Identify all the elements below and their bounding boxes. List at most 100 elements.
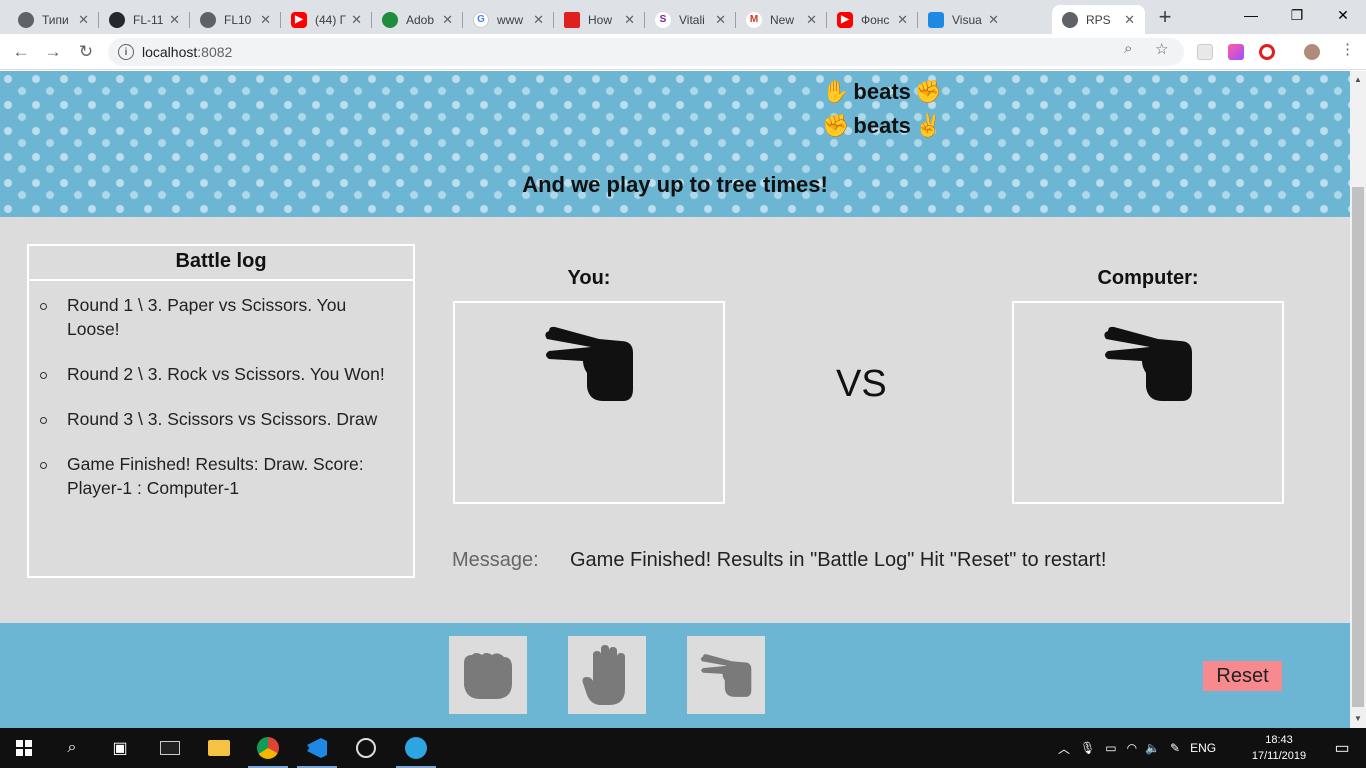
- notifications-icon[interactable]: ▭: [1318, 728, 1366, 768]
- tab-favicon-icon: ▶: [837, 11, 853, 28]
- extension-icon[interactable]: [1228, 44, 1244, 60]
- battle-log-list: Round 1 \ 3. Paper vs Scissors. You Loos…: [29, 281, 413, 500]
- scissors-button[interactable]: [687, 636, 765, 714]
- pen-icon[interactable]: ✎: [1170, 741, 1180, 755]
- browser-tab[interactable]: M New ✕: [736, 5, 827, 34]
- battery-icon[interactable]: ▭: [1105, 741, 1116, 755]
- rule-word: beats: [853, 79, 911, 104]
- rock-button[interactable]: [449, 636, 527, 714]
- tab-title: New: [770, 12, 795, 27]
- close-icon[interactable]: ✕: [169, 12, 180, 28]
- tab-favicon-icon: [928, 11, 944, 28]
- tab-title: Visua: [952, 12, 982, 27]
- rock-icon: ✊: [822, 113, 850, 138]
- scroll-up-icon[interactable]: ▲: [1354, 75, 1362, 84]
- browser-tab[interactable]: Visua ✕: [918, 5, 1009, 34]
- rock-icon: [464, 653, 512, 699]
- forward-button[interactable]: →: [41, 40, 65, 64]
- browser-tab[interactable]: FL-11 ✕: [99, 5, 190, 34]
- new-tab-button[interactable]: +: [1153, 4, 1177, 30]
- banner-heading: And we play up to tree times!: [522, 172, 828, 197]
- close-icon[interactable]: ✕: [351, 12, 362, 28]
- clock-date: 17/11/2019: [1251, 750, 1307, 762]
- tab-favicon-icon: M: [746, 11, 762, 28]
- reload-button[interactable]: ↻: [74, 40, 98, 64]
- computer-hand-box: [1012, 301, 1284, 504]
- volume-icon[interactable]: 🔈: [1145, 741, 1160, 755]
- tab-favicon-icon: [382, 11, 398, 28]
- browser-tab[interactable]: ▶ Фонс ✕: [827, 5, 918, 34]
- chevron-up-icon[interactable]: ︿: [1058, 740, 1070, 757]
- terminal-icon[interactable]: [146, 728, 194, 768]
- close-icon[interactable]: ✕: [624, 12, 635, 28]
- search-icon[interactable]: ⌕: [48, 728, 96, 768]
- close-icon[interactable]: ✕: [715, 12, 726, 28]
- tab-title: www: [497, 12, 523, 27]
- player-hand-box: [453, 301, 725, 504]
- vscode-icon[interactable]: [293, 728, 341, 768]
- start-button[interactable]: [0, 728, 48, 768]
- tab-favicon-icon: ▶: [291, 11, 307, 28]
- menu-icon[interactable]: ⋮: [1340, 40, 1355, 58]
- message-label: Message:: [452, 549, 539, 571]
- scrollbar-thumb[interactable]: [1352, 187, 1364, 707]
- address-bar[interactable]: i localhost:8082: [108, 38, 1184, 66]
- task-view-icon[interactable]: ▣: [96, 728, 144, 768]
- battle-log-panel: Battle log Round 1 \ 3. Paper vs Scissor…: [27, 244, 415, 578]
- list-item: Round 1 \ 3. Paper vs Scissors. You Loos…: [40, 293, 393, 341]
- chrome-icon[interactable]: [244, 728, 292, 768]
- tab-title: FL-11: [133, 12, 164, 27]
- scissors-icon: [1104, 326, 1192, 401]
- close-icon[interactable]: ✕: [1124, 12, 1135, 28]
- extension-icon[interactable]: [1197, 44, 1213, 60]
- telegram-icon[interactable]: [392, 728, 440, 768]
- opera-vpn-icon[interactable]: [1259, 44, 1275, 60]
- header-banner: ✋ beats ✊ ✊ beats ✌ And we play up to tr…: [0, 71, 1350, 217]
- tab-favicon-icon: [564, 11, 580, 28]
- info-icon[interactable]: i: [118, 44, 134, 60]
- reset-button[interactable]: Reset: [1203, 661, 1282, 691]
- tab-title: Фонс: [861, 12, 890, 27]
- close-window-button[interactable]: ✕: [1320, 0, 1366, 30]
- browser-tab[interactable]: ▶ (44) Г ✕: [281, 5, 372, 34]
- scroll-down-icon[interactable]: ▼: [1354, 714, 1362, 723]
- browser-tab[interactable]: Adob ✕: [372, 5, 463, 34]
- list-item: Game Finished! Results: Draw. Score: Pla…: [40, 452, 393, 500]
- language-indicator[interactable]: ENG: [1190, 741, 1216, 755]
- windows-logo-icon: [16, 740, 32, 756]
- close-icon[interactable]: ✕: [806, 12, 817, 28]
- rule-word: beats: [853, 113, 911, 138]
- computer-label: Computer:: [1097, 267, 1199, 289]
- close-icon[interactable]: ✕: [442, 12, 453, 28]
- profile-avatar[interactable]: [1304, 44, 1320, 60]
- clock-time: 18:43: [1265, 734, 1293, 746]
- browser-tab-strip: Типи ✕ FL-11 ✕ FL10 ✕ ▶ (44) Г ✕ Adob ✕ Gwww ✕ …: [0, 0, 1366, 34]
- microphone-icon[interactable]: 🎙: [1080, 741, 1095, 755]
- page-scrollbar[interactable]: ▲ ▼: [1350, 71, 1366, 728]
- back-button[interactable]: ←: [9, 40, 33, 64]
- obs-icon[interactable]: [342, 728, 390, 768]
- tab-title: (44) Г: [315, 12, 347, 27]
- file-explorer-icon[interactable]: [195, 728, 243, 768]
- zoom-icon[interactable]: ⌕: [1124, 40, 1132, 57]
- wifi-icon[interactable]: ◠: [1127, 741, 1137, 755]
- clock[interactable]: 18:43 17/11/2019: [1244, 732, 1314, 764]
- browser-tab[interactable]: Gwww ✕: [463, 5, 554, 34]
- browser-tab[interactable]: How ✕: [554, 5, 645, 34]
- browser-tab[interactable]: S Vitali ✕: [645, 5, 736, 34]
- restore-button[interactable]: ❐: [1274, 0, 1320, 30]
- close-icon[interactable]: ✕: [988, 12, 999, 28]
- browser-tab-active[interactable]: RPS ✕: [1052, 5, 1145, 34]
- close-icon[interactable]: ✕: [897, 12, 908, 28]
- paper-button[interactable]: [568, 636, 646, 714]
- message-text: Game Finished! Results in "Battle Log" H…: [570, 549, 1107, 571]
- paper-icon: [582, 645, 625, 705]
- browser-tab[interactable]: Типи ✕: [8, 5, 99, 34]
- browser-toolbar: ← → ↻ i localhost:8082 ⌕ ☆ ⋮: [0, 34, 1366, 70]
- browser-tab[interactable]: FL10 ✕: [190, 5, 281, 34]
- close-icon[interactable]: ✕: [260, 12, 271, 28]
- close-icon[interactable]: ✕: [533, 12, 544, 28]
- close-icon[interactable]: ✕: [78, 12, 89, 28]
- minimize-button[interactable]: —: [1228, 0, 1274, 30]
- bookmark-star-icon[interactable]: ☆: [1155, 40, 1168, 58]
